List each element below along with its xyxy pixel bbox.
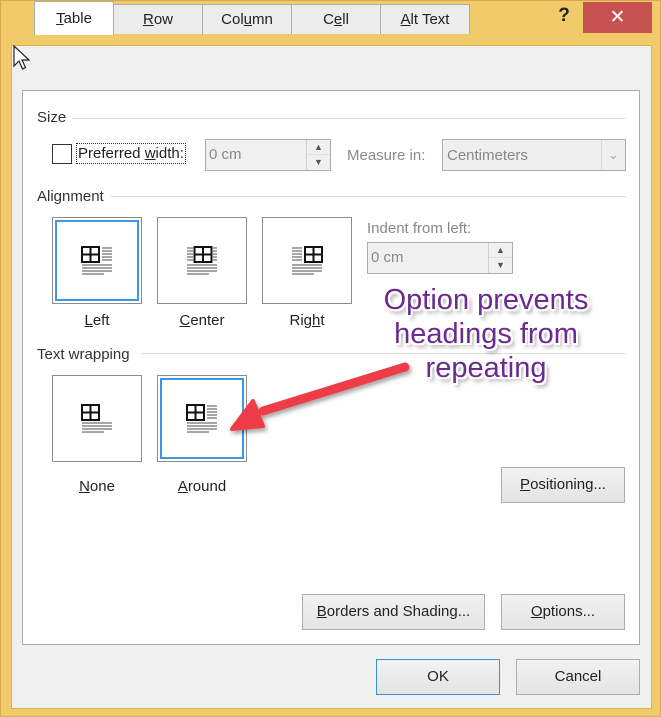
wrapping-around-label[interactable]: Around — [157, 478, 247, 495]
table-right-align-icon — [292, 246, 323, 275]
alignment-center-option[interactable] — [157, 217, 247, 304]
wrapping-none-label[interactable]: None — [52, 478, 142, 495]
close-button[interactable]: ✕ — [583, 2, 652, 33]
measure-in-label: Measure in: — [347, 147, 426, 164]
alignment-left-option[interactable] — [52, 217, 142, 304]
table-center-align-icon — [187, 246, 217, 275]
alignment-left-label[interactable]: Left — [52, 312, 142, 329]
measure-in-value: Centimeters — [447, 147, 528, 164]
alignment-group-label: Alignment — [37, 188, 110, 205]
preferred-width-value: 0 cm — [209, 146, 242, 163]
spin-up-icon[interactable]: ▲ — [307, 140, 330, 155]
annotation-text: Option prevents headings from repeating — [383, 284, 589, 384]
cancel-button[interactable]: Cancel — [516, 659, 640, 695]
tab-cell[interactable]: Cell — [291, 4, 381, 34]
chevron-down-icon[interactable]: ⌄ — [601, 140, 625, 170]
alignment-center-label[interactable]: Center — [157, 312, 247, 329]
tab-column[interactable]: Column — [202, 4, 292, 34]
alignment-right-label[interactable]: Right — [262, 312, 352, 329]
help-button[interactable]: ? — [553, 5, 575, 31]
size-group-label: Size — [37, 109, 73, 126]
positioning-button[interactable]: Positioning... — [501, 467, 625, 503]
table-properties-dialog: Table Properties ? ✕ Table Row Column Ce… — [0, 0, 661, 717]
tab-row[interactable]: Row — [113, 4, 203, 34]
measure-in-select[interactable]: Centimeters ⌄ — [442, 139, 626, 171]
indent-from-left-value: 0 cm — [371, 249, 404, 266]
table-wrap-around-icon — [186, 404, 217, 433]
size-divider — [71, 118, 626, 119]
text-wrapping-group-label: Text wrapping — [37, 346, 136, 363]
spin-down-icon[interactable]: ▼ — [489, 258, 512, 273]
preferred-width-spinner[interactable]: 0 cm ▲ ▼ — [205, 139, 331, 171]
alignment-divider — [111, 196, 626, 197]
spin-up-icon[interactable]: ▲ — [489, 243, 512, 258]
tab-alt-text[interactable]: Alt Text — [380, 4, 470, 34]
borders-and-shading-button[interactable]: Borders and Shading... — [302, 594, 485, 630]
preferred-width-checkbox[interactable] — [52, 144, 72, 164]
options-button[interactable]: Options... — [501, 594, 625, 630]
preferred-width-label[interactable]: Preferred width: — [76, 143, 186, 164]
indent-from-left-spinner[interactable]: 0 cm ▲ ▼ — [367, 242, 513, 274]
indent-from-left-label: Indent from left: — [367, 220, 472, 237]
alignment-right-option[interactable] — [262, 217, 352, 304]
table-left-align-icon — [81, 246, 112, 275]
tab-table[interactable]: Table — [34, 1, 114, 35]
close-icon: ✕ — [609, 7, 626, 28]
ok-button[interactable]: OK — [376, 659, 500, 695]
wrapping-none-option[interactable] — [52, 375, 142, 462]
wrapping-around-option[interactable] — [157, 375, 247, 462]
mouse-cursor-icon — [13, 45, 31, 70]
table-no-wrap-icon — [81, 404, 112, 433]
spin-down-icon[interactable]: ▼ — [307, 155, 330, 170]
